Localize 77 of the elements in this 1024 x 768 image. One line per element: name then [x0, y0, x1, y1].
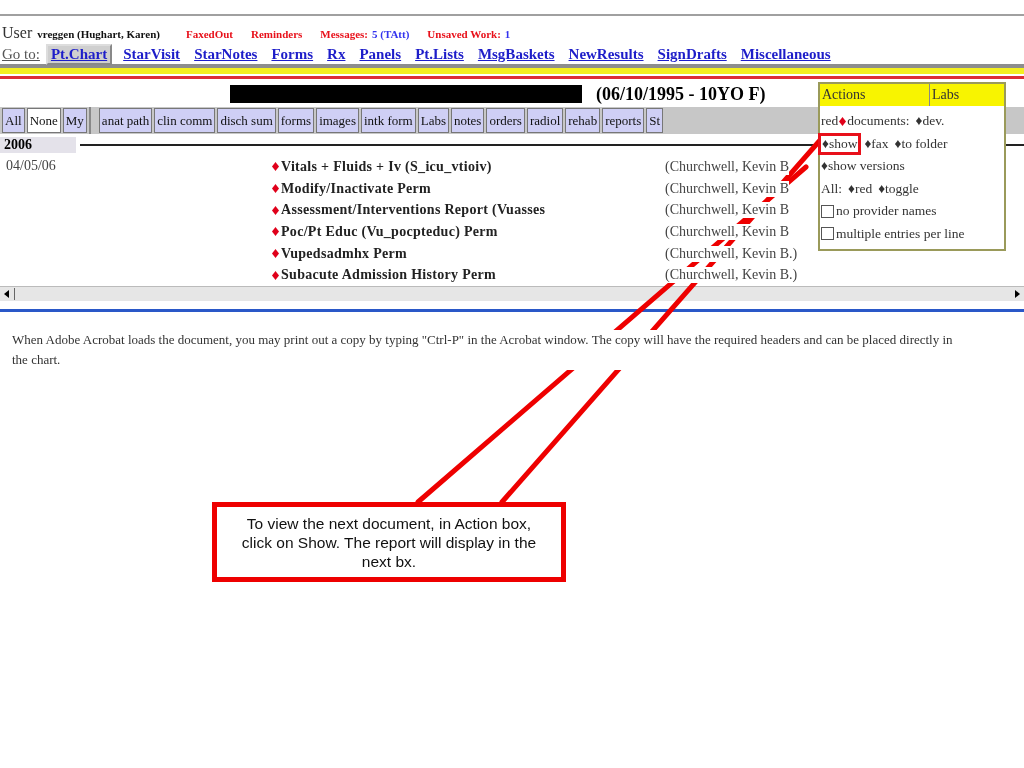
alert-link[interactable]: Unsaved Work: [427, 28, 501, 40]
patient-dob: (06/10/1995 - 10YO F) [596, 83, 766, 105]
callout-text: To view the next document, in Action box, click on Show. The report will display in the next bx. [240, 513, 538, 571]
filter-tab[interactable]: reports [602, 108, 645, 133]
goto-label: Go to: [2, 46, 40, 63]
year-header: 2006 [0, 137, 76, 153]
document-author: (Churchwell, Kevin B [665, 180, 790, 197]
alert-link[interactable]: Reminders [251, 28, 303, 40]
filter-tab[interactable]: forms [277, 108, 315, 133]
document-link[interactable]: Vitals + Fluids + Iv (S_icu_vtioiv) [281, 158, 665, 175]
alert-count[interactable]: 5 (TAtt) [372, 28, 410, 40]
document-author: (Churchwell, Kevin B [665, 223, 790, 240]
alert-count[interactable]: 1 [504, 28, 511, 40]
filter-tab[interactable]: rehab [565, 108, 601, 133]
panel-label: All: [821, 180, 842, 197]
nav-link[interactable]: Panels [356, 46, 405, 63]
diamond-icon [272, 184, 279, 193]
document-link[interactable]: Assessment/Interventions Report (Vuasses [281, 202, 665, 219]
nav-link[interactable]: Pt.Lists [412, 46, 467, 63]
action-link[interactable]: ♦toggle [878, 180, 919, 197]
nav-link[interactable]: Forms [268, 46, 317, 63]
filter-tab[interactable]: orders [486, 108, 525, 133]
filter-tab[interactable]: St [646, 108, 664, 133]
nav-link[interactable]: SignDrafts [654, 46, 730, 63]
checkbox[interactable] [821, 227, 834, 241]
filter-tab[interactable]: clin comm [154, 108, 216, 133]
document-link[interactable]: Poc/Pt Educ (Vu_pocpteduc) Perm [281, 223, 665, 240]
filter-tab[interactable]: disch sum [217, 108, 276, 133]
diamond-icon [272, 270, 279, 280]
panel-tab[interactable]: Actions [820, 84, 930, 106]
filter-tab[interactable]: notes [451, 108, 485, 133]
diamond-icon [272, 227, 279, 237]
filter-tab[interactable]: intk form [360, 108, 416, 133]
panel-label: documents: [847, 113, 910, 130]
nav-link[interactable]: Rx [324, 46, 349, 63]
checkbox-label: multiple entries per line [836, 225, 965, 242]
filter-tab[interactable]: images [316, 108, 359, 133]
action-link[interactable]: ♦fax [864, 135, 889, 152]
nav-link[interactable]: MsgBaskets [474, 46, 558, 63]
nav-link[interactable]: Miscellaneous [737, 46, 834, 63]
filter-tab[interactable]: anat path [98, 108, 153, 133]
document-link[interactable]: Vupedsadmhx Perm [281, 245, 665, 262]
action-link[interactable]: ♦show [821, 135, 859, 152]
nav-link[interactable]: Pt.Chart [45, 44, 113, 65]
action-link[interactable]: ♦show versions [821, 158, 905, 175]
document-link[interactable]: Modify/Inactivate Perm [281, 180, 665, 197]
filter-tab[interactable]: radiol [526, 108, 564, 133]
nav-link[interactable]: NewResults [565, 46, 647, 63]
action-link[interactable]: ♦red [848, 180, 873, 197]
horizontal-scrollbar[interactable] [0, 286, 1024, 301]
document-author: (Churchwell, Kevin B [665, 158, 790, 175]
filter-tab[interactable]: My [62, 108, 87, 133]
diamond-icon [272, 162, 279, 172]
filter-tab[interactable]: Labs [417, 108, 449, 133]
diamond-icon [272, 205, 279, 215]
document-author: (Churchwell, Kevin B.) [665, 267, 798, 284]
scroll-right-icon[interactable] [1014, 290, 1020, 298]
filter-tab[interactable]: None [26, 108, 61, 133]
action-link[interactable]: ♦dev. [915, 113, 945, 130]
checkbox[interactable] [821, 204, 834, 218]
nav-link[interactable]: StarVisit [120, 46, 184, 63]
checkbox-label: no provider names [836, 203, 937, 220]
diamond-icon [839, 116, 847, 126]
panel-label: red [821, 113, 839, 130]
user-label: User [2, 24, 33, 42]
document-author: (Churchwell, Kevin B [665, 202, 790, 219]
user-name: vreggen (Hughart, Karen) [37, 28, 160, 40]
alert-link[interactable]: FaxedOut [185, 28, 233, 40]
document-link[interactable]: Subacute Admission History Perm [281, 267, 665, 284]
nav-link[interactable]: StarNotes [191, 46, 261, 63]
document-date: 04/05/06 [5, 157, 57, 175]
diamond-icon [272, 249, 279, 258]
action-link[interactable]: ♦to folder [894, 135, 948, 152]
document-author: (Churchwell, Kevin B.) [665, 245, 798, 262]
filter-tab[interactable]: All [2, 108, 25, 133]
scroll-left-icon[interactable] [4, 290, 10, 298]
alert-link[interactable]: Messages: [320, 28, 368, 40]
